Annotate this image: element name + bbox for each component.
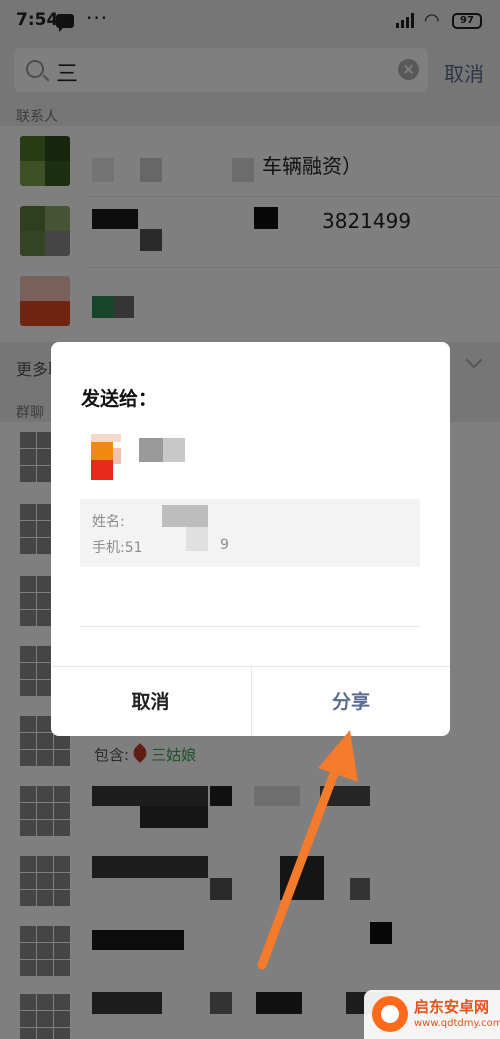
watermark: 启东安卓网 www.qdtdmy.com (364, 990, 500, 1039)
watermark-logo-icon (372, 996, 408, 1032)
annotation-arrow (257, 730, 358, 970)
